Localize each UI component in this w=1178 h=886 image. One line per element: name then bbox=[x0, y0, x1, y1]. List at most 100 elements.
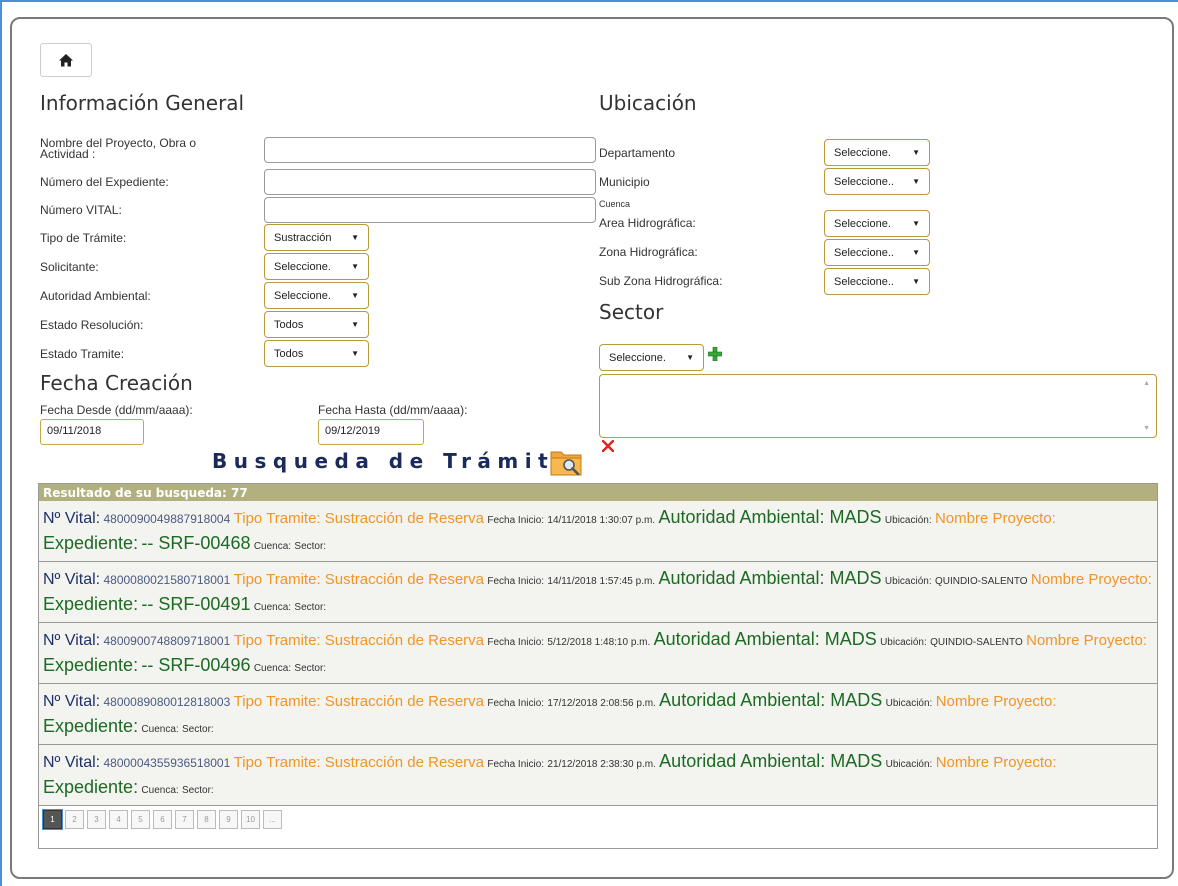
subzona-hidrografica-label: Sub Zona Hidrográfica: bbox=[599, 274, 723, 288]
tipo-tramite-select[interactable]: Sustracción ▼ bbox=[264, 224, 369, 251]
main-panel: Información General Nombre del Proyecto,… bbox=[10, 17, 1174, 879]
page-button[interactable]: 4 bbox=[109, 810, 128, 829]
cuenca-label: Cuenca: bbox=[253, 602, 292, 613]
autoridad-value: Autoridad Ambiental: MADS bbox=[658, 568, 882, 588]
page-button[interactable]: 5 bbox=[131, 810, 150, 829]
ubicacion-value: QUINDIO-SALENTO bbox=[934, 576, 1028, 587]
close-icon[interactable] bbox=[602, 440, 614, 452]
ubicacion-label: Ubicación: bbox=[884, 515, 932, 526]
chevron-down-icon: ▼ bbox=[912, 277, 920, 286]
autoridad-value: Autoridad Ambiental: MADS bbox=[658, 507, 882, 527]
estado-resolucion-select[interactable]: Todos ▼ bbox=[264, 311, 369, 338]
result-row[interactable]: Nº Vital: 4800900748809718001 Tipo Trami… bbox=[39, 623, 1157, 684]
scroll-down-icon[interactable]: ▼ bbox=[1143, 425, 1150, 432]
ubicacion-value: QUINDIO-SALENTO bbox=[930, 637, 1023, 648]
tipo-tramite: Tipo Tramite: Sustracción de Reserva bbox=[233, 632, 485, 649]
subzona-hidrografica-select[interactable]: Seleccione.. ▼ bbox=[824, 268, 930, 295]
municipio-value: Seleccione.. bbox=[834, 175, 894, 188]
autoridad-value: Autoridad Ambiental: MADS bbox=[659, 690, 883, 710]
expediente-value: -- SRF-00468 bbox=[141, 533, 251, 553]
tipo-tramite: Tipo Tramite: Sustracción de Reserva bbox=[233, 693, 485, 710]
result-row[interactable]: Nº Vital: 4800080021580718001 Tipo Trami… bbox=[39, 562, 1157, 623]
fecha-value: 5/12/2018 1:48:10 p.m. bbox=[547, 637, 651, 648]
cuenca-label: Cuenca: bbox=[141, 724, 179, 735]
expediente-label: Expediente: bbox=[43, 655, 139, 675]
ubicacion-label: Ubicación: bbox=[880, 637, 927, 648]
numero-vital-input[interactable] bbox=[264, 197, 596, 223]
tipo-tramite: Tipo Tramite: Sustracción de Reserva bbox=[233, 571, 485, 588]
search-title-text: Busqueda de Trámite bbox=[212, 449, 575, 473]
nombre-proyecto-label: Nombre Proyecto: bbox=[1030, 571, 1152, 588]
plus-icon[interactable] bbox=[708, 347, 722, 361]
vital-value: 4800900748809718001 bbox=[103, 634, 231, 648]
departamento-label: Departamento bbox=[599, 146, 676, 160]
area-hidrografica-select[interactable]: Seleccione. ▼ bbox=[824, 210, 930, 237]
page-button[interactable]: 3 bbox=[87, 810, 106, 829]
chevron-down-icon: ▼ bbox=[912, 177, 920, 186]
home-button[interactable] bbox=[40, 43, 92, 77]
sector-label: Sector: bbox=[294, 602, 327, 613]
page-button[interactable]: 9 bbox=[219, 810, 238, 829]
sector-list[interactable]: ▲ ▼ bbox=[599, 374, 1157, 438]
fecha-value: 21/12/2018 2:38:30 p.m. bbox=[547, 759, 656, 770]
sector-label: Sector: bbox=[294, 663, 327, 674]
chevron-down-icon: ▼ bbox=[351, 233, 359, 242]
solicitante-select[interactable]: Seleccione. ▼ bbox=[264, 253, 369, 280]
fecha-value: 14/11/2018 1:30:07 p.m. bbox=[547, 515, 656, 526]
estado-resolucion-value: Todos bbox=[274, 318, 304, 331]
ubicacion-label: Ubicación: bbox=[884, 576, 932, 587]
autoridad-select[interactable]: Seleccione. ▼ bbox=[264, 282, 369, 309]
numero-expediente-input[interactable] bbox=[264, 169, 596, 195]
scroll-up-icon[interactable]: ▲ bbox=[1143, 380, 1150, 387]
page-button[interactable]: 2 bbox=[65, 810, 84, 829]
estado-tramite-value: Todos bbox=[274, 347, 304, 360]
expediente-value: -- SRF-00496 bbox=[141, 655, 251, 675]
chevron-down-icon: ▼ bbox=[912, 219, 920, 228]
page-button[interactable]: 10 bbox=[241, 810, 260, 829]
fecha-label: Fecha Inicio: bbox=[487, 637, 545, 648]
expediente-label: Expediente: bbox=[43, 533, 139, 553]
results-table: Resultado de su busqueda: 77 Nº Vital: 4… bbox=[38, 483, 1158, 849]
ubicacion-label: Ubicación: bbox=[885, 698, 933, 709]
ubicacion-title: Ubicación bbox=[599, 91, 697, 115]
fecha-hasta-input[interactable]: 09/12/2019 bbox=[318, 419, 424, 445]
area-hidrografica-label: Area Hidrográfica: bbox=[599, 216, 696, 230]
cuenca-label: Cuenca: bbox=[253, 541, 292, 552]
page-button[interactable]: ... bbox=[263, 810, 282, 829]
numero-vital-label: Número VITAL: bbox=[40, 203, 122, 217]
fecha-desde-label: Fecha Desde (dd/mm/aaaa): bbox=[40, 403, 193, 417]
zona-hidrografica-value: Seleccione.. bbox=[834, 246, 894, 259]
solicitante-label: Solicitante: bbox=[40, 260, 99, 274]
nombre-proyecto-label: Nombre Proyecto: bbox=[1026, 632, 1147, 649]
zona-hidrografica-select[interactable]: Seleccione.. ▼ bbox=[824, 239, 930, 266]
cuenca-label: Cuenca: bbox=[141, 785, 179, 796]
result-row[interactable]: Nº Vital: 4800004355936518001 Tipo Trami… bbox=[39, 745, 1157, 806]
cuenca-label: Cuenca: bbox=[253, 663, 292, 674]
folder-search-icon[interactable] bbox=[550, 447, 584, 477]
nombre-proyecto-input[interactable] bbox=[264, 137, 596, 163]
chevron-down-icon: ▼ bbox=[351, 349, 359, 358]
fecha-desde-input[interactable]: 09/11/2018 bbox=[40, 419, 144, 445]
sector-select[interactable]: Seleccione. ▼ bbox=[599, 344, 704, 371]
departamento-select[interactable]: Seleccione. ▼ bbox=[824, 139, 930, 166]
result-row[interactable]: Nº Vital: 4800089080012818003 Tipo Trami… bbox=[39, 684, 1157, 745]
ubicacion-label: Ubicación: bbox=[885, 759, 933, 770]
page-button[interactable]: 1 bbox=[43, 810, 62, 829]
cuenca-label: Cuenca bbox=[599, 199, 631, 209]
vital-value: 4800089080012818003 bbox=[103, 695, 231, 709]
sector-label: Sector: bbox=[182, 785, 214, 796]
estado-tramite-select[interactable]: Todos ▼ bbox=[264, 340, 369, 367]
sector-value: Seleccione. bbox=[609, 351, 666, 364]
page-button[interactable]: 7 bbox=[175, 810, 194, 829]
vital-value: 4800080021580718001 bbox=[103, 573, 231, 587]
autoridad-value: Autoridad Ambiental: MADS bbox=[653, 629, 877, 649]
result-row[interactable]: Nº Vital: 4800090049887918004 Tipo Trami… bbox=[39, 501, 1157, 562]
chevron-down-icon: ▼ bbox=[351, 320, 359, 329]
fecha-value: 14/11/2018 1:57:45 p.m. bbox=[547, 576, 656, 587]
zona-hidrografica-label: Zona Hidrográfica: bbox=[599, 245, 698, 259]
solicitante-value: Seleccione. bbox=[274, 260, 331, 273]
page-button[interactable]: 8 bbox=[197, 810, 216, 829]
expediente-label: Expediente: bbox=[43, 594, 139, 614]
page-button[interactable]: 6 bbox=[153, 810, 172, 829]
municipio-select[interactable]: Seleccione.. ▼ bbox=[824, 168, 930, 195]
